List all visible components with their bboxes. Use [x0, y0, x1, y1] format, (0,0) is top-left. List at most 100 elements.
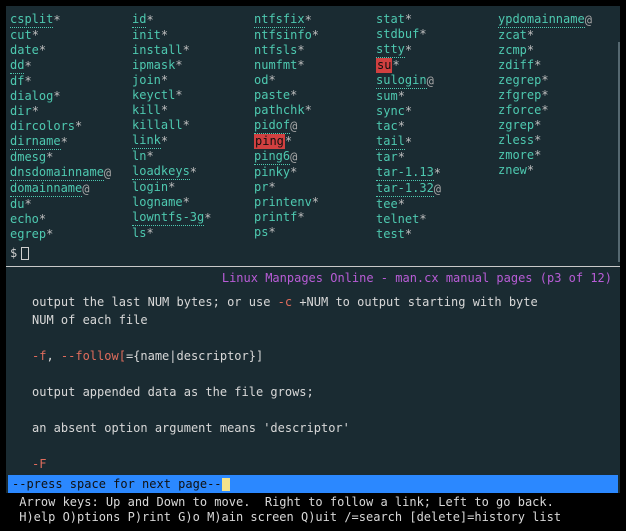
file-entry-ntfsls[interactable]: ntfsls* [254, 43, 372, 58]
help-bar: Arrow keys: Up and Down to move. Right t… [6, 493, 620, 531]
status-text: press space for next page [26, 477, 207, 491]
file-type-mark: * [24, 74, 31, 89]
file-type-mark: * [61, 135, 68, 150]
file-name: pathchk [254, 103, 305, 118]
file-entry-ln[interactable]: ln* [132, 149, 250, 164]
file-entry-dialog[interactable]: dialog* [10, 89, 128, 104]
file-entry-tar[interactable]: tar* [376, 150, 494, 165]
file-entry-sulogin[interactable]: sulogin@ [376, 73, 494, 89]
file-entry-ps[interactable]: ps* [254, 225, 372, 240]
file-entry-dircolors[interactable]: dircolors* [10, 119, 128, 134]
file-entry-zdiff[interactable]: zdiff* [498, 58, 616, 73]
file-entry-df[interactable]: df* [10, 74, 128, 89]
file-entry-install[interactable]: install* [132, 43, 250, 58]
file-entry-dnsdomainname[interactable]: dnsdomainname@ [10, 165, 128, 181]
file-entry-zfgrep[interactable]: zfgrep* [498, 88, 616, 103]
file-entry-ntfsfix[interactable]: ntfsfix* [254, 12, 372, 28]
file-entry-loadkeys[interactable]: loadkeys* [132, 164, 250, 180]
file-entry-dir[interactable]: dir* [10, 104, 128, 119]
file-entry-printenv[interactable]: printenv* [254, 195, 372, 210]
file-entry-sum[interactable]: sum* [376, 89, 494, 104]
file-type-mark: * [290, 88, 297, 103]
scrollbar[interactable] [618, 42, 620, 262]
file-entry-zegrep[interactable]: zegrep* [498, 73, 616, 88]
file-name: dialog [10, 89, 53, 104]
file-entry-telnet[interactable]: telnet* [376, 212, 494, 227]
file-entry-kill[interactable]: kill* [132, 103, 250, 118]
shell-prompt[interactable]: $ [6, 244, 620, 264]
option-f: -f [32, 349, 46, 363]
file-entry-pathchk[interactable]: pathchk* [254, 103, 372, 118]
file-entry-od[interactable]: od* [254, 73, 372, 88]
file-entry-pidof[interactable]: pidof@ [254, 118, 372, 134]
file-entry-zless[interactable]: zless* [498, 133, 616, 148]
file-entry-ping6[interactable]: ping6@ [254, 149, 372, 165]
file-entry-stdbuf[interactable]: stdbuf* [376, 27, 494, 42]
file-entry-sync[interactable]: sync* [376, 104, 494, 119]
file-entry-du[interactable]: du* [10, 197, 128, 212]
file-entry-numfmt[interactable]: numfmt* [254, 58, 372, 73]
file-type-mark: * [146, 226, 153, 241]
file-name: dnsdomainname [10, 165, 104, 181]
file-entry-zcmp[interactable]: zcmp* [498, 43, 616, 58]
file-name: ntfsfix [254, 12, 305, 28]
pager-text: ={name|descriptor}] [126, 349, 263, 363]
file-entry-pinky[interactable]: pinky* [254, 165, 372, 180]
file-name: killall [132, 118, 183, 133]
file-entry-ypdomainname[interactable]: ypdomainname@ [498, 12, 616, 28]
file-entry-zforce[interactable]: zforce* [498, 103, 616, 118]
file-entry-lowntfs-3g[interactable]: lowntfs-3g* [132, 210, 250, 226]
file-name: lowntfs-3g [132, 210, 204, 226]
file-entry-su[interactable]: su* [376, 58, 494, 73]
file-type-mark: * [534, 133, 541, 148]
file-entry-tar-1.32[interactable]: tar-1.32@ [376, 181, 494, 197]
file-entry-znew[interactable]: znew* [498, 163, 616, 178]
file-entry-init[interactable]: init* [132, 28, 250, 43]
file-entry-zgrep[interactable]: zgrep* [498, 118, 616, 133]
file-entry-echo[interactable]: echo* [10, 212, 128, 227]
file-type-mark: * [541, 103, 548, 118]
file-entry-csplit[interactable]: csplit* [10, 12, 128, 28]
file-entry-link[interactable]: link* [132, 133, 250, 149]
file-entry-cut[interactable]: cut* [10, 28, 128, 43]
file-entry-ntfsinfo[interactable]: ntfsinfo* [254, 28, 372, 43]
file-entry-paste[interactable]: paste* [254, 88, 372, 103]
file-entry-login[interactable]: login* [132, 180, 250, 195]
file-entry-join[interactable]: join* [132, 73, 250, 88]
file-entry-dd[interactable]: dd* [10, 58, 128, 74]
file-type-mark: * [161, 28, 168, 43]
file-entry-killall[interactable]: killall* [132, 118, 250, 133]
file-type-mark: * [527, 163, 534, 178]
file-entry-stat[interactable]: stat* [376, 12, 494, 27]
file-entry-domainname[interactable]: domainname@ [10, 181, 128, 197]
file-entry-tar-1.13[interactable]: tar-1.13* [376, 165, 494, 181]
option-F: -F [32, 457, 46, 471]
file-entry-tee[interactable]: tee* [376, 197, 494, 212]
file-entry-stty[interactable]: stty* [376, 42, 494, 58]
file-type-mark: * [75, 119, 82, 134]
file-entry-ipmask[interactable]: ipmask* [132, 58, 250, 73]
file-entry-egrep[interactable]: egrep* [10, 227, 128, 242]
file-entry-logname[interactable]: logname* [132, 195, 250, 210]
file-name: zdiff [498, 58, 534, 73]
file-entry-printf[interactable]: printf* [254, 210, 372, 225]
file-entry-zcat[interactable]: zcat* [498, 28, 616, 43]
file-entry-dmesg[interactable]: dmesg* [10, 150, 128, 165]
file-entry-ls[interactable]: ls* [132, 226, 250, 241]
file-entry-test[interactable]: test* [376, 227, 494, 242]
file-entry-keyctl[interactable]: keyctl* [132, 88, 250, 103]
file-type-mark: * [175, 58, 182, 73]
file-listing: csplit*cut*date*dd*df*dialog*dir*dircolo… [6, 6, 620, 244]
file-entry-date[interactable]: date* [10, 43, 128, 58]
file-entry-ping[interactable]: ping* [254, 134, 372, 149]
file-entry-id[interactable]: id* [132, 12, 250, 28]
file-entry-tail[interactable]: tail* [376, 134, 494, 150]
file-entry-dirname[interactable]: dirname* [10, 134, 128, 150]
file-type-mark: * [161, 103, 168, 118]
file-entry-tac[interactable]: tac* [376, 119, 494, 134]
listing-column: ntfsfix*ntfsinfo*ntfsls*numfmt*od*paste*… [254, 12, 372, 242]
file-entry-zmore[interactable]: zmore* [498, 148, 616, 163]
file-type-mark: * [268, 225, 275, 240]
file-entry-pr[interactable]: pr* [254, 180, 372, 195]
status-bar[interactable]: -- press space for next page -- [8, 475, 618, 493]
